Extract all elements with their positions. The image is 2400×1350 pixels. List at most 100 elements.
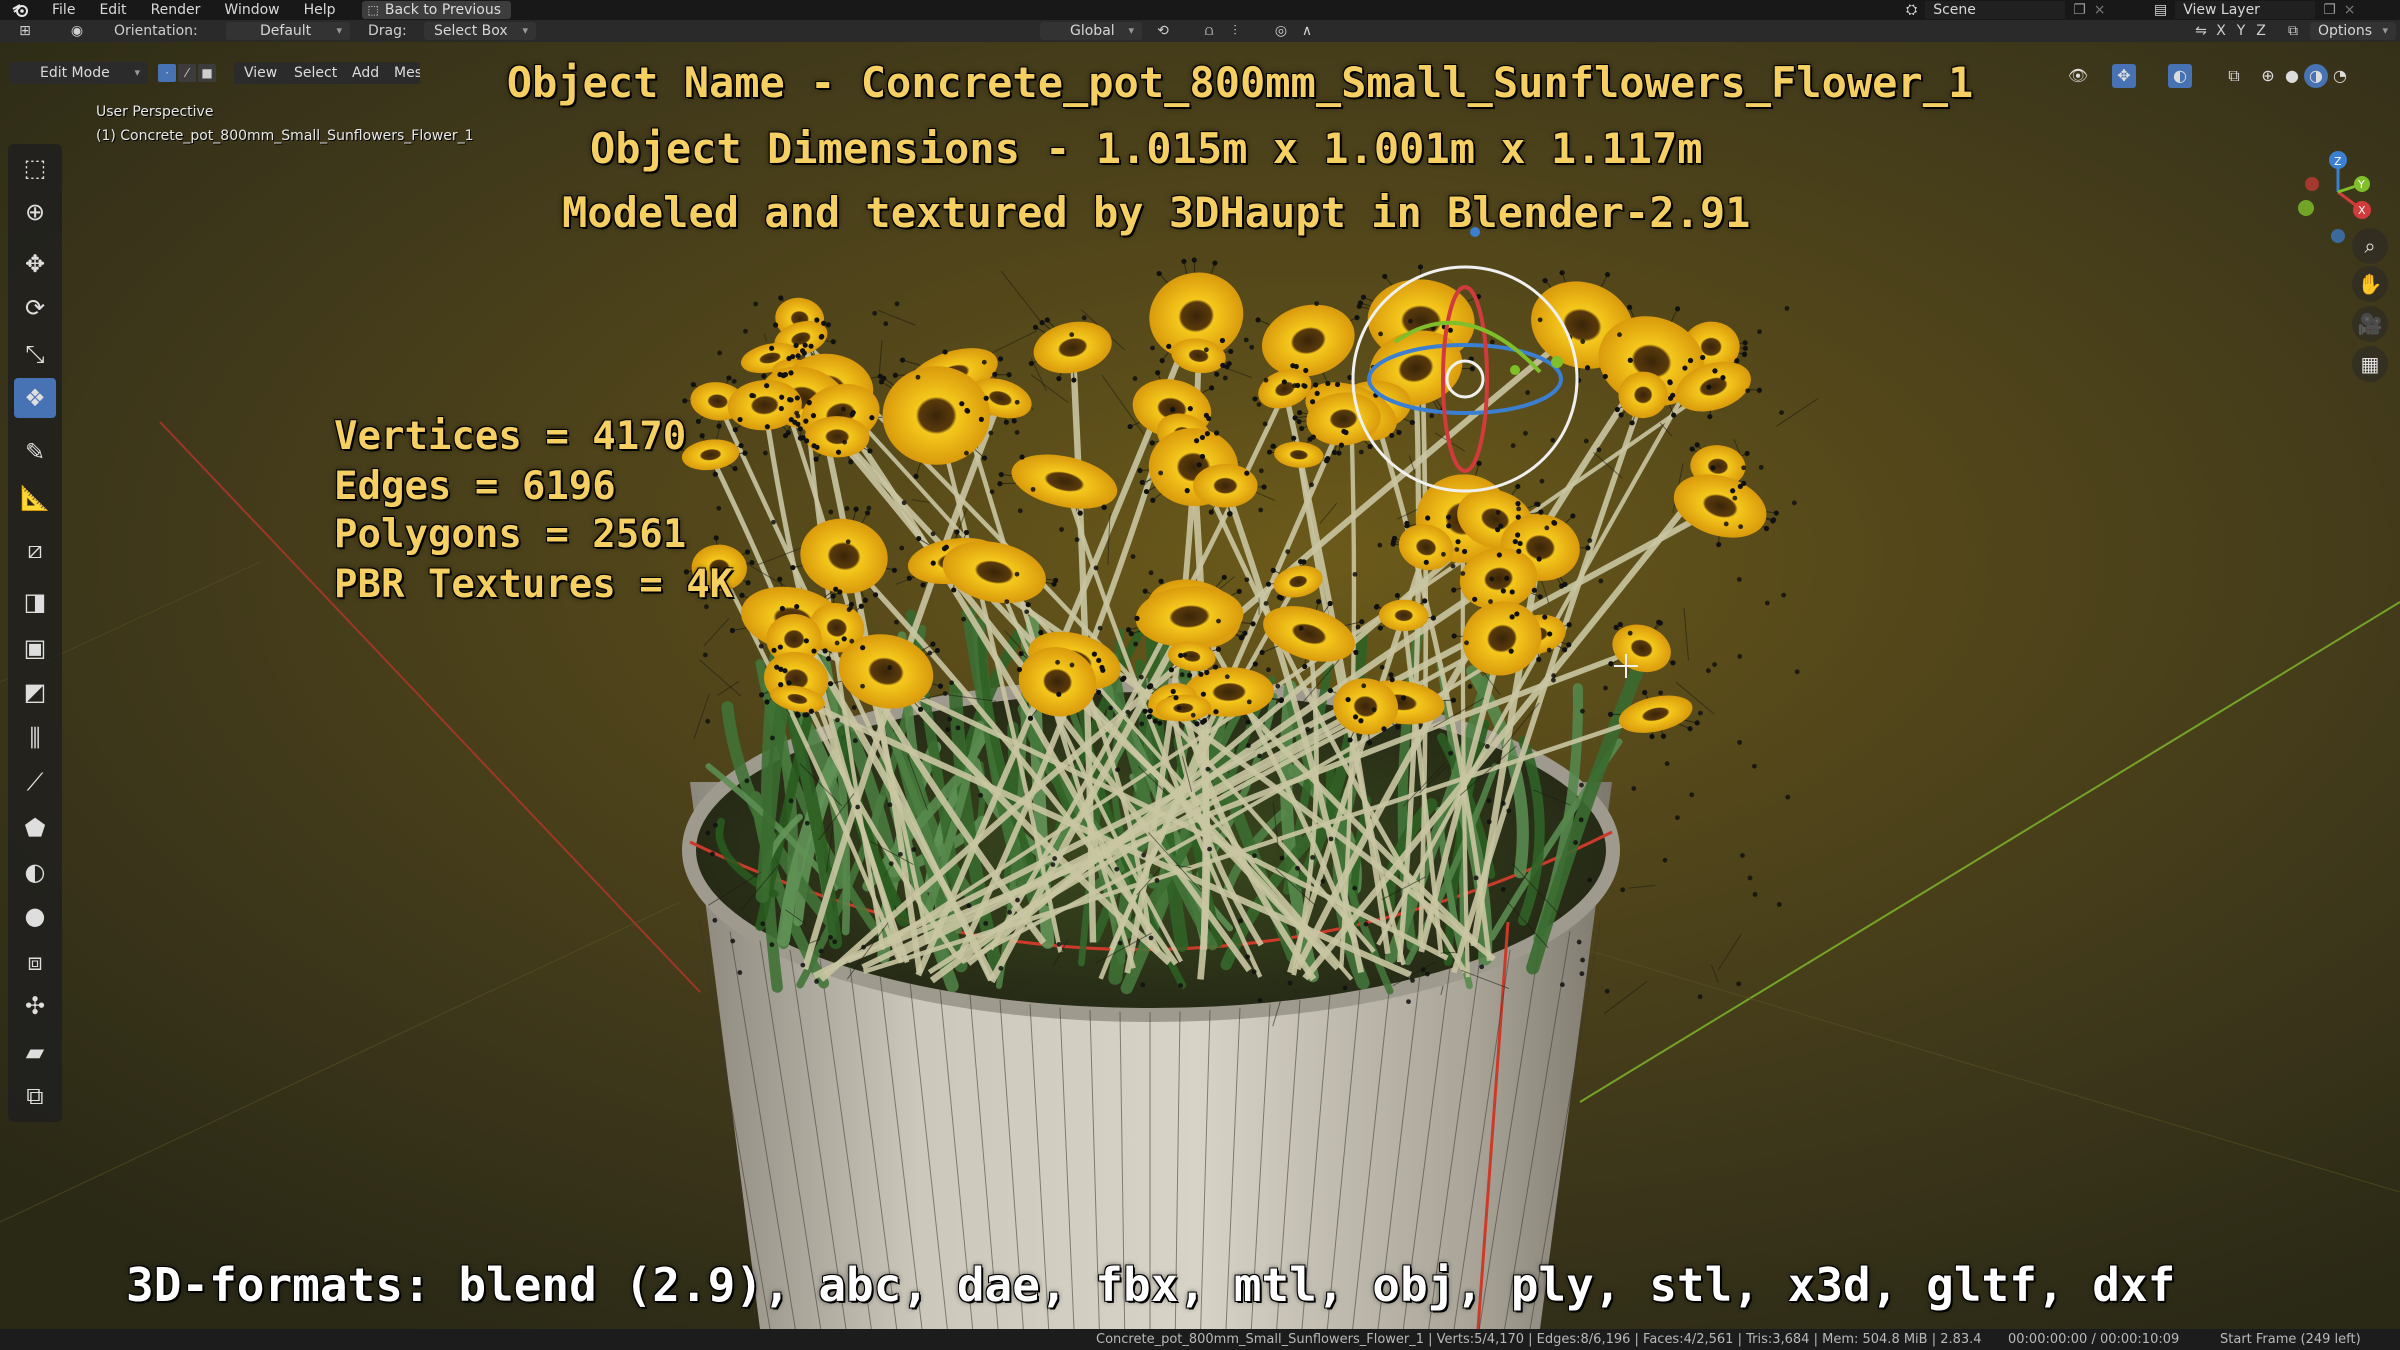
scene-field[interactable]: Scene [1925,1,2066,19]
menu-render[interactable]: Render [139,0,213,20]
selectability-icon[interactable]: 👁 [2066,64,2090,88]
scale-icon[interactable]: ⤡ [14,334,56,374]
credit-title: Modeled and textured by 3DHaupt in Blend… [562,188,1751,237]
zoom-icon[interactable]: ⌕ [2352,228,2388,264]
inset-icon[interactable]: ▣ [14,628,56,668]
stat-polygons: Polygons = 2561 [334,512,687,557]
wireframe-shading-icon[interactable]: ⊕ [2256,64,2280,88]
scene-close-icon[interactable]: × [2094,2,2106,18]
orientation-label: Orientation: [114,23,198,39]
xray-icon[interactable]: ⧉ [2222,64,2246,88]
cursor-tool-icon[interactable]: ⊕ [14,192,56,232]
view-layer-icon: ▤ [2154,2,2168,18]
orientation-dropdown[interactable]: Default [226,22,350,40]
select-box-tool-icon[interactable]: ⬚ [14,148,56,188]
loop-cut-icon[interactable]: ⫼ [14,718,56,758]
stat-edges: Edges = 6196 [334,464,616,509]
menu-mesh[interactable]: Mesh [384,62,420,84]
menu-file[interactable]: File [40,0,87,20]
view-layer-close-icon[interactable]: × [2344,2,2356,18]
material-shading-icon[interactable]: ◑ [2304,64,2328,88]
gizmo-y-label: Y [2357,178,2365,191]
add-cube-icon[interactable]: ⧄ [14,530,56,570]
annotate-icon[interactable]: ✎ [14,432,56,472]
sunflower-heads [681,272,1767,735]
menu-edit[interactable]: Edit [87,0,138,20]
back-to-previous-button[interactable]: ⬚ Back to Previous [361,1,511,19]
auto-merge-icon[interactable]: ⧉ [2282,22,2304,40]
scene-selector[interactable]: ⛭ Scene ❐ × [1906,0,2106,20]
rotate-icon[interactable]: ⟳ [14,288,56,328]
object-dimensions-title: Object Dimensions - 1.015m x 1.001m x 1.… [590,124,1703,173]
gizmos-icon[interactable]: ✥ [2112,64,2136,88]
scene-statistics: Concrete_pot_800mm_Small_Sunflowers_Flow… [1096,1332,1982,1347]
navigation-gizmo: Z X Y [2298,151,2371,243]
stat-textures: PBR Textures = 4K [334,562,734,607]
edge-select-icon[interactable]: ⁄ [178,64,196,82]
blender-logo-icon[interactable] [0,0,40,20]
smooth-icon[interactable]: ● [14,896,56,936]
3d-viewport[interactable]: Z X Y User Perspective (1) Concrete_pot_… [0,42,2400,1329]
axis-y-toggle[interactable]: Y [2230,22,2252,40]
knife-icon[interactable]: ⟋ [14,762,56,802]
hand-pan-icon[interactable]: ✋ [2352,266,2388,302]
back-icon: ⬚ [367,3,379,17]
snap-increment-icon[interactable]: ⫶ [1224,22,1246,40]
scene-new-icon[interactable]: ❐ [2073,2,2086,18]
view-layer-field[interactable]: View Layer [2175,1,2316,19]
extrude-icon[interactable]: ◨ [14,582,56,622]
rip-icon[interactable]: ⧉ [14,1076,56,1116]
options-dropdown[interactable]: Options [2310,22,2396,40]
grid-icon[interactable]: ▦ [2352,346,2388,382]
transform-icon[interactable]: ❖ [14,378,56,418]
menu-add[interactable]: Add [342,62,390,84]
stat-vertices: Vertices = 4170 [334,414,687,459]
poly-build-icon[interactable]: ⬟ [14,808,56,848]
y-axis-line [1579,601,2400,1103]
menu-select[interactable]: Select [284,62,348,84]
menu-view[interactable]: View [234,62,288,84]
move-icon[interactable]: ✥ [14,244,56,284]
proportional-editing-icon[interactable]: ◎ [1270,22,1292,40]
transform-orientation-dropdown[interactable]: Global [1040,22,1142,40]
measure-icon[interactable]: 📐 [14,478,56,518]
top-menu-bar: File Edit Render Window Help ⬚ Back to P… [0,0,2400,20]
shrink-fatten-icon[interactable]: ✣ [14,986,56,1026]
snap-icon[interactable]: ⩍ [1198,22,1220,40]
pivot-point-icon[interactable]: ⟲ [1152,22,1174,40]
mode-dropdown[interactable]: Edit Mode [10,62,148,84]
view-layer-new-icon[interactable]: ❐ [2323,2,2336,18]
formats-caption: 3D-formats: blend (2.9), abc, dae, fbx, … [126,1258,2176,1312]
bevel-icon[interactable]: ◩ [14,672,56,712]
drag-label: Drag: [368,23,407,39]
solid-shading-icon[interactable]: ● [2280,64,2304,88]
viewport-header: Edit Mode · ⁄ ■ View Select Add Mesh 👁 ✥… [0,42,2400,88]
gizmo-x-label: X [2358,204,2366,217]
scene-icon: ⛭ [1906,2,1918,18]
view-layer-selector[interactable]: ▤ View Layer ❐ × [2154,0,2356,20]
drag-dropdown[interactable]: Select Box [424,22,536,40]
face-select-icon[interactable]: ■ [198,64,216,82]
gizmo-z-label: Z [2334,155,2342,168]
mirror-icon[interactable]: ⇋ [2190,22,2212,40]
active-tool-icon: ◉ [70,23,84,39]
menu-help[interactable]: Help [292,0,348,20]
overlays-icon[interactable]: ◐ [2168,64,2192,88]
camera-icon[interactable]: 🎥 [2352,306,2388,342]
axis-x-toggle[interactable]: X [2210,22,2232,40]
object-label: (1) Concrete_pot_800mm_Small_Sunflowers_… [96,128,474,144]
status-bar: Concrete_pot_800mm_Small_Sunflowers_Flow… [0,1329,2400,1350]
falloff-icon[interactable]: ∧ [1296,22,1318,40]
axis-z-toggle[interactable]: Z [2250,22,2272,40]
editor-type-icon[interactable]: ⊞ [14,22,36,40]
frame-info: Start Frame (249 left) [2220,1332,2361,1347]
tool-settings-header: ⊞ ◉ Orientation: Default Drag: Select Bo… [0,20,2400,42]
vertex-select-icon[interactable]: · [158,64,176,82]
shear-icon[interactable]: ▰ [14,1032,56,1072]
spin-icon[interactable]: ◐ [14,852,56,892]
left-toolbar: ⬚ ⊕ ✥ ⟳ ⤡ ❖ ✎ 📐 ⧄ ◨ ▣ ◩ ⫼ ⟋ ⬟ ◐ ● ⧈ ✣ ▰ … [8,144,62,1122]
back-to-previous-label: Back to Previous [384,2,501,18]
menu-window[interactable]: Window [212,0,291,20]
rendered-shading-icon[interactable]: ◔ [2328,64,2352,88]
edge-slide-icon[interactable]: ⧈ [14,942,56,982]
